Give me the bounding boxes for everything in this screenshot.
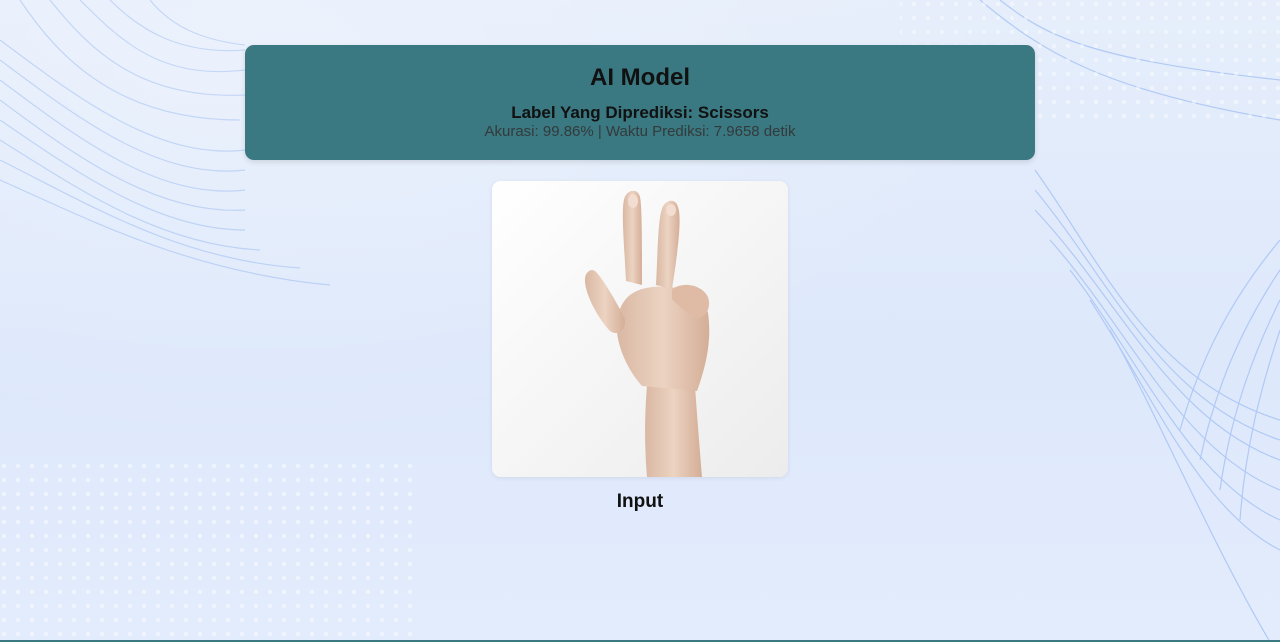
predicted-label: Label Yang Diprediksi: Scissors xyxy=(511,103,769,122)
page-title: AI Model xyxy=(590,64,690,91)
hand-scissors-photo xyxy=(492,181,788,477)
prediction-result-panel: AI Model Label Yang Diprediksi: Scissors… xyxy=(245,45,1035,160)
input-image xyxy=(492,181,788,477)
input-caption: Input xyxy=(616,491,664,512)
prediction-metrics: Akurasi: 99.86% | Waktu Prediksi: 7.9658… xyxy=(484,123,796,140)
